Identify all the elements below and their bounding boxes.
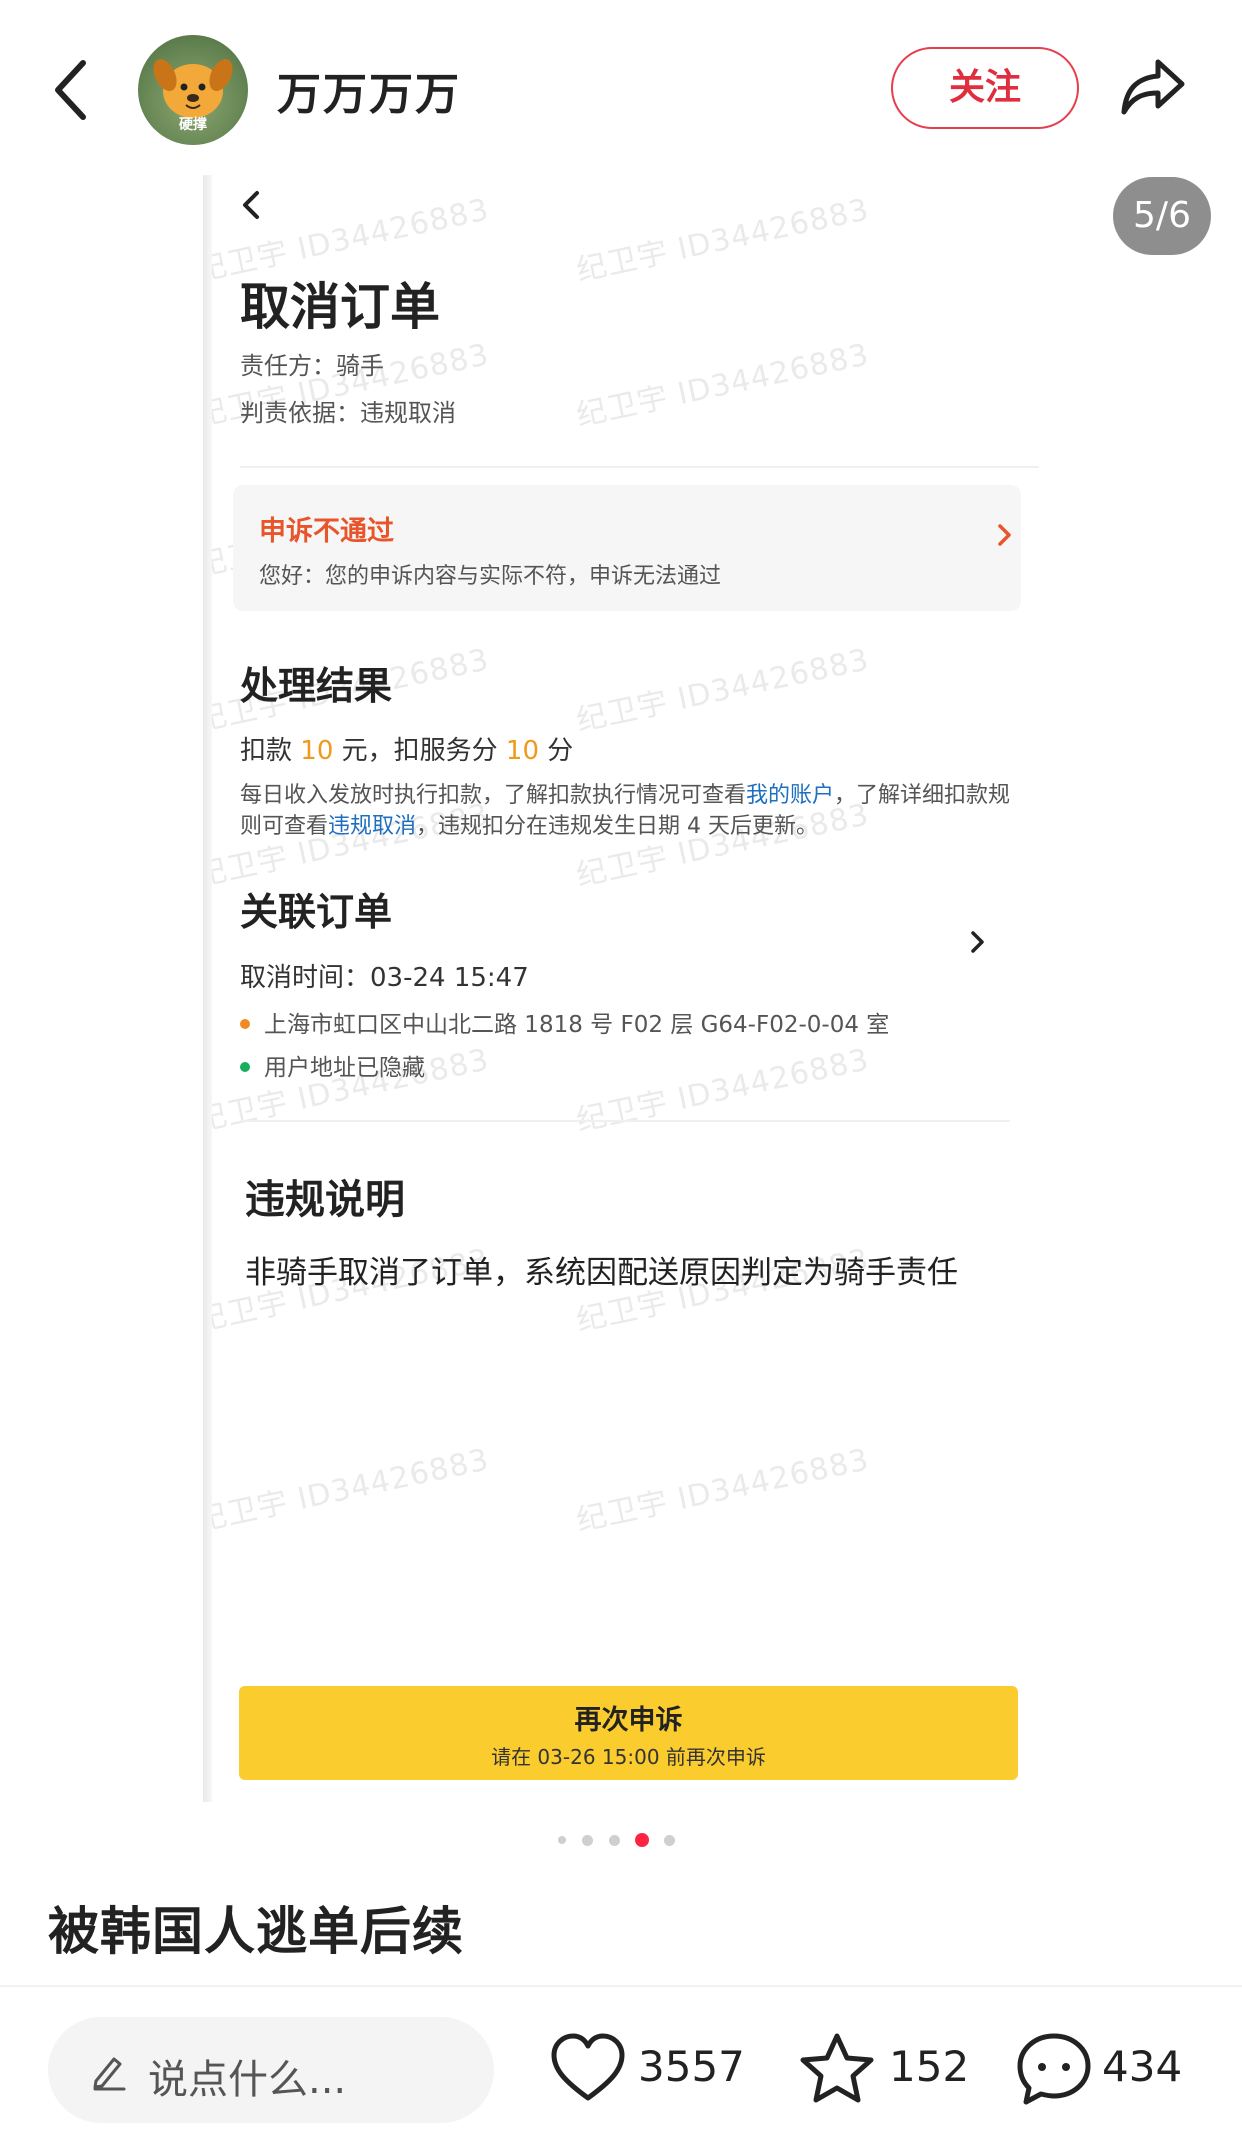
top-bar: 硬撑 万万万万 关注 [0, 0, 1242, 175]
comment-count: 434 [1102, 2042, 1183, 2091]
result-title: 处理结果 [240, 664, 393, 708]
reappeal-label: 再次申诉 [574, 1705, 683, 1736]
favorite-count: 152 [889, 2042, 970, 2091]
penalty-summary: 扣款 10 元，扣服务分 10 分 [240, 730, 573, 767]
deduct-suffix: 分 [547, 736, 574, 766]
username[interactable]: 万万万万 [277, 58, 461, 122]
comment-placeholder: 说点什么... [148, 2057, 347, 2103]
divider [0, 1985, 1242, 1987]
deduction-rules: 每日收入发放时执行扣款，了解扣款执行情况可查看我的账户，了解详细扣款规则可查看违… [240, 780, 1020, 842]
reappeal-button: 再次申诉 请在 03-26 15:00 前再次申诉 [239, 1686, 1018, 1780]
avatar-tag: 硬撑 [179, 117, 207, 133]
violation-title: 违规说明 [245, 1177, 405, 1223]
pickup-dot-icon [240, 1018, 250, 1029]
like-count: 3557 [638, 2042, 745, 2091]
judgement-basis: 判责依据：违规取消 [240, 399, 456, 427]
appeal-message: 您好：您的申诉内容与实际不符，申诉无法通过 [259, 564, 722, 589]
watermark: 纪卫宇 ID34426883 [573, 337, 873, 434]
like-button[interactable]: 3557 [548, 2030, 748, 2110]
screenshot-edge [203, 175, 212, 1802]
divider [240, 1120, 1010, 1122]
rules-text: ，违规扣分在违规发生日期 4 天后更新。 [416, 814, 819, 839]
cancel-time: 取消时间：03-24 15:47 [240, 963, 529, 993]
pencil-icon [93, 2057, 126, 2091]
order-title: 取消订单 [240, 278, 440, 336]
follow-button[interactable]: 关注 [891, 47, 1079, 129]
avatar[interactable]: 硬撑 [138, 35, 248, 145]
comment-input[interactable]: 说点什么... [48, 2017, 494, 2123]
pickup-address-text: 上海市虹口区中山北二路 1818 号 F02 层 G64-F02-0-04 室 [264, 1012, 890, 1038]
appeal-result-card: 申诉不通过 您好：您的申诉内容与实际不符，申诉无法通过 [233, 485, 1021, 611]
deduct-mid: 元，扣服务分 [341, 736, 498, 766]
user-address: 用户地址已隐藏 [240, 1048, 425, 1082]
user-address-text: 用户地址已隐藏 [264, 1055, 425, 1081]
inner-back-button [237, 180, 267, 230]
user-dot-icon [240, 1061, 250, 1072]
page-dot[interactable] [582, 1835, 593, 1846]
back-arrow-icon [243, 191, 259, 219]
share-icon [1121, 59, 1185, 115]
heart-icon [551, 2033, 625, 2101]
watermark: 纪卫宇 ID34426883 [573, 1442, 873, 1539]
screenshot-image[interactable]: 纪卫宇 ID34426883 纪卫宇 ID34426883 纪卫宇 ID3442… [203, 175, 1039, 1802]
comment-button[interactable]: 434 [1014, 2030, 1214, 2110]
note-title: 被韩国人逃单后续 [48, 1903, 465, 1962]
chevron-right-icon [998, 524, 1011, 546]
page-dot-active[interactable] [635, 1833, 649, 1847]
deduct-prefix: 扣款 [240, 736, 293, 766]
watermark: 纪卫宇 ID34426883 [573, 192, 873, 289]
watermark: 纪卫宇 ID34426883 [573, 642, 873, 739]
pickup-address: 上海市虹口区中山北二路 1818 号 F02 层 G64-F02-0-04 室 [240, 1005, 889, 1039]
my-account-link: 我的账户 [746, 783, 835, 808]
chevron-right-icon [971, 931, 984, 953]
appeal-status: 申诉不通过 [259, 516, 394, 547]
deduct-points: 10 [505, 736, 540, 766]
page-counter: 5/6 [1113, 177, 1211, 255]
violation-cancel-link: 违规取消 [328, 814, 417, 839]
page-dot[interactable] [558, 1836, 566, 1844]
deduct-amount: 10 [300, 736, 334, 766]
comment-bubble-icon [1017, 2033, 1091, 2105]
linked-order-title: 关联订单 [240, 890, 393, 934]
violation-text: 非骑手取消了订单，系统因配送原因判定为骑手责任 [245, 1255, 958, 1291]
page-dot[interactable] [664, 1835, 675, 1846]
back-button[interactable] [48, 55, 98, 125]
watermark: 纪卫宇 ID34426883 [573, 1042, 873, 1139]
reappeal-hint: 请在 03-26 15:00 前再次申诉 [491, 1745, 766, 1769]
star-icon [800, 2033, 874, 2103]
watermark: 纪卫宇 ID34426883 [203, 1442, 493, 1539]
page-dot[interactable] [609, 1835, 620, 1846]
divider [240, 466, 1039, 468]
share-button[interactable] [1118, 56, 1188, 118]
back-arrow-icon [55, 60, 86, 120]
favorite-button[interactable]: 152 [797, 2030, 970, 2110]
responsible-party: 责任方：骑手 [240, 352, 384, 380]
rules-text: 每日收入发放时执行扣款，了解扣款执行情况可查看 [240, 783, 747, 808]
